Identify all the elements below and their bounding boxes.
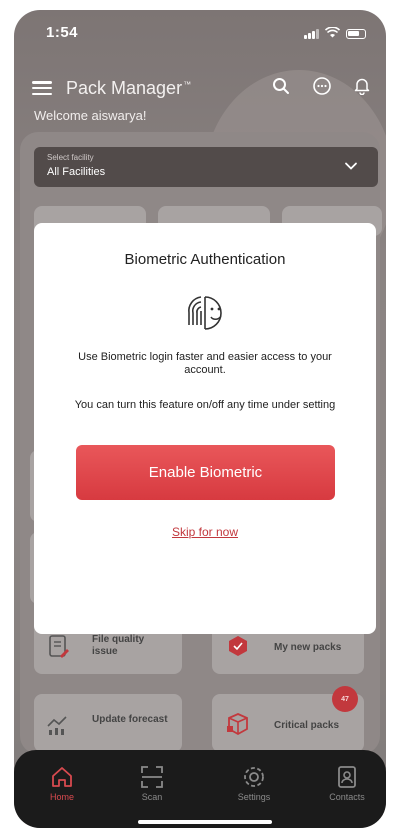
search-icon[interactable] (272, 77, 290, 100)
file-icon (48, 634, 70, 665)
facility-select[interactable]: Select facility All Facilities (34, 147, 378, 187)
tile-label: Update forecast (92, 714, 168, 725)
status-time: 1:54 (46, 24, 79, 41)
bell-icon[interactable] (354, 77, 370, 100)
home-icon (32, 764, 92, 790)
app-header: Pack Manager™ (14, 68, 386, 108)
nav-label: Scan (141, 792, 163, 802)
wifi-icon (324, 25, 341, 43)
battery-icon (346, 29, 366, 39)
tile-update-forecast[interactable]: Update forecast (34, 694, 182, 752)
chat-icon[interactable] (312, 76, 332, 101)
dialog-description: Use Biometric login faster and easier ac… (78, 351, 332, 376)
header-icons (272, 76, 370, 101)
box-icon (226, 712, 250, 741)
nav-label: Settings (237, 792, 271, 802)
nav-label: Contacts (329, 792, 365, 802)
nav-label: Home (49, 792, 74, 802)
skip-for-now-link[interactable]: Skip for now (34, 525, 376, 539)
nav-scan[interactable]: Scan (122, 764, 182, 802)
signal-icon (304, 29, 319, 39)
welcome-text: Welcome aiswarya! (34, 108, 147, 123)
nav-settings[interactable]: Settings (224, 764, 284, 802)
chart-icon (46, 712, 70, 741)
status-bar: 1:54 (14, 10, 386, 54)
chevron-down-icon (344, 159, 358, 178)
cube-icon (226, 634, 250, 663)
app-title: Pack Manager™ (66, 78, 192, 98)
dialog-note: You can turn this feature on/off any tim… (74, 399, 336, 411)
critical-packs-badge: 47 (332, 686, 358, 712)
scan-icon (122, 764, 182, 790)
tile-label: File quality issue (92, 634, 145, 657)
enable-biometric-button[interactable]: Enable Biometric (76, 445, 335, 500)
tile-label: My new packs (274, 642, 342, 653)
dialog-title: Biometric Authentication (124, 251, 286, 268)
tile-label: Critical packs (274, 720, 340, 731)
nav-contacts[interactable]: Contacts (317, 764, 377, 802)
facility-label: Select facility (47, 153, 94, 162)
bottom-navigation: Home Scan Settings Contacts (14, 750, 386, 828)
biometric-dialog: Biometric Authentication Use Biometric l… (34, 223, 376, 634)
nav-home[interactable]: Home (32, 764, 92, 802)
contact-icon (317, 764, 377, 790)
facility-value: All Facilities (47, 166, 106, 178)
menu-icon[interactable] (32, 81, 52, 95)
home-indicator (138, 820, 272, 824)
gear-icon (224, 764, 284, 790)
biometric-icon (181, 293, 229, 338)
status-icons (304, 25, 366, 43)
